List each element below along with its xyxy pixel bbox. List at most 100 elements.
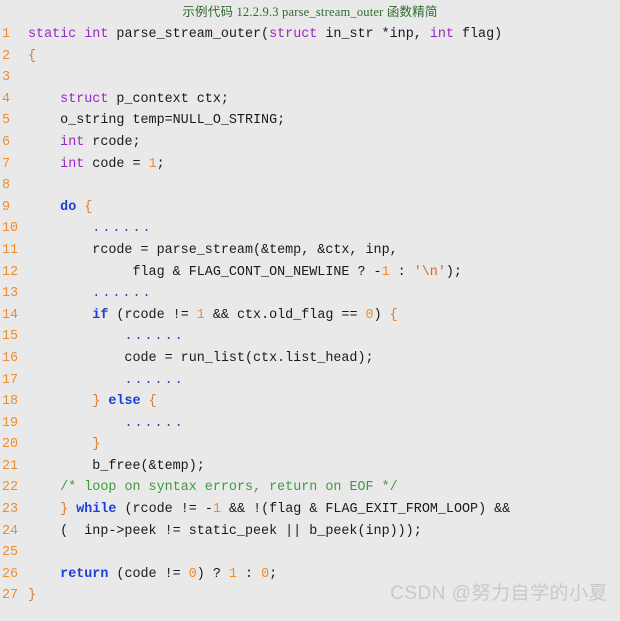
- code-token-plain: flag): [453, 27, 503, 42]
- code-line: 18 } else {: [0, 391, 620, 413]
- code-token-kw: int: [84, 27, 109, 42]
- line-number: 17: [2, 372, 19, 388]
- line-text: ......: [28, 413, 185, 435]
- code-token-brace: {: [28, 48, 37, 64]
- line-text: return (code != 0) ? 1 : 0;: [28, 564, 277, 586]
- line-number: 25: [2, 545, 19, 561]
- code-line: 6 int rcode;: [0, 132, 620, 154]
- line-number: 15: [2, 329, 19, 345]
- line-number: 1: [2, 27, 11, 42]
- line-text: ......: [28, 283, 153, 305]
- line-number: 13: [2, 286, 19, 302]
- code-token-kw: static: [28, 27, 77, 42]
- code-token-str: '\n': [413, 264, 446, 280]
- code-token-ctl: if: [92, 307, 109, 323]
- code-line: 23 } while (rcode != -1 && !(flag & FLAG…: [0, 499, 620, 521]
- line-number: 23: [2, 502, 19, 518]
- code-line: 15 ......: [0, 326, 620, 348]
- line-number: 2: [2, 48, 11, 64]
- code-token-plain: (rcode != -: [116, 502, 213, 518]
- code-token-plain: ;: [156, 156, 165, 172]
- code-token-plain: :: [236, 566, 262, 582]
- code-snippet-figure: 示例代码 12.2.9.3 parse_stream_outer 函数精简 1 s…: [0, 0, 620, 621]
- code-line: 19 ......: [0, 413, 620, 435]
- line-text: } while (rcode != -1 && !(flag & FLAG_EX…: [28, 499, 510, 521]
- code-token-ctl: else: [108, 394, 141, 410]
- code-line: 7 int code = 1;: [0, 154, 620, 176]
- code-token-num: 1: [381, 264, 390, 280]
- line-number: 8: [2, 178, 11, 194]
- line-text: int rcode;: [28, 132, 141, 154]
- code-line: 10 ......: [0, 218, 620, 240]
- line-text: /* loop on syntax errors, return on EOF …: [28, 477, 398, 499]
- code-token-ctl: do: [60, 199, 77, 215]
- code-token-plain: rcode;: [84, 134, 141, 150]
- code-token-plain: code =: [84, 156, 149, 172]
- code-token-plain: parse_stream_outer(: [108, 27, 270, 42]
- code-line: 12 flag & FLAG_CONT_ON_NEWLINE ? -1 : '\…: [0, 262, 620, 284]
- code-token-dots: ......: [124, 329, 185, 345]
- line-text: }: [28, 434, 100, 456]
- code-token-num: 1: [196, 307, 205, 323]
- line-number: 16: [2, 350, 19, 366]
- code-token-dots: ......: [92, 221, 153, 237]
- code-token-plain: o_string temp=NULL_O_STRING;: [28, 113, 286, 129]
- line-number: 14: [2, 307, 19, 323]
- code-token-num: 0: [188, 566, 197, 582]
- line-number: 22: [2, 480, 19, 496]
- code-token-num: 0: [365, 307, 374, 323]
- code-line: 14 if (rcode != 1 && ctx.old_flag == 0) …: [0, 305, 620, 327]
- code-line: 1 static int parse_stream_outer(struct in…: [0, 24, 620, 46]
- code-token-num: 1: [148, 156, 157, 172]
- code-token-brace: {: [148, 394, 157, 410]
- line-text: {: [28, 46, 36, 68]
- line-text: code = run_list(ctx.list_head);: [28, 348, 373, 370]
- line-number: 5: [2, 113, 11, 129]
- code-token-kw: int: [60, 134, 85, 150]
- code-token-plain: (code !=: [108, 566, 189, 582]
- line-number: 27: [2, 588, 19, 604]
- code-token-plain: flag & FLAG_CONT_ON_NEWLINE ? -: [28, 264, 382, 280]
- line-text: int code = 1;: [28, 154, 165, 176]
- code-line: 2{: [0, 46, 620, 68]
- line-text: struct p_context ctx;: [28, 89, 229, 111]
- code-token-plain: b_free(&temp);: [28, 458, 205, 474]
- line-number: 26: [2, 566, 19, 582]
- line-text: ......: [28, 326, 185, 348]
- code-token-plain: rcode = parse_stream(&temp, &ctx, inp,: [28, 242, 398, 258]
- code-token-brace: }: [92, 437, 101, 453]
- code-line: 4 struct p_context ctx;: [0, 89, 620, 111]
- code-token-kw: struct: [269, 27, 318, 42]
- code-token-plain: ): [373, 307, 390, 323]
- code-token-cmt: /* loop on syntax errors, return on EOF …: [60, 480, 398, 496]
- code-token-plain: ( inp->peek != static_peek || b_peek(inp…: [28, 523, 422, 539]
- code-line: 13 ......: [0, 283, 620, 305]
- code-token-plain: p_context ctx;: [108, 91, 229, 107]
- code-token-plain: :: [389, 264, 414, 280]
- code-token-dots: ......: [124, 415, 185, 431]
- code-token-kw: struct: [60, 91, 109, 107]
- code-line: 11 rcode = parse_stream(&temp, &ctx, inp…: [0, 240, 620, 262]
- line-number: 10: [2, 221, 19, 237]
- code-token-ctl: return: [60, 566, 109, 582]
- line-number: 7: [2, 156, 11, 172]
- code-token-plain: ;: [269, 566, 278, 582]
- line-text: if (rcode != 1 && ctx.old_flag == 0) {: [28, 305, 397, 327]
- line-text: ......: [28, 218, 153, 240]
- code-line: 27}: [0, 585, 620, 607]
- line-number: 20: [2, 437, 19, 453]
- code-token-dots: ......: [124, 372, 185, 388]
- code-line: 3: [0, 67, 620, 89]
- line-number: 18: [2, 394, 19, 410]
- code-line: 8: [0, 175, 620, 197]
- line-text: }: [28, 585, 36, 607]
